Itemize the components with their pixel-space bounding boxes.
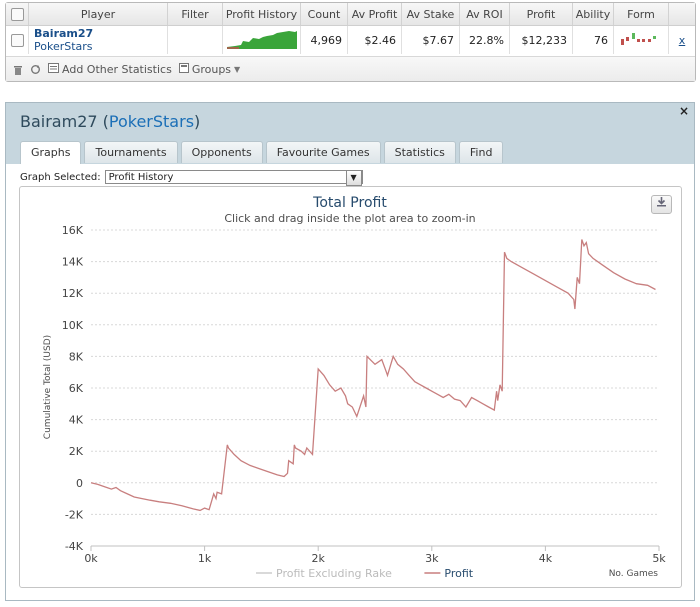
- column-header-av-roi[interactable]: Av ROI: [459, 3, 510, 26]
- av-profit-cell: $2.46: [347, 25, 402, 54]
- groups-dropdown[interactable]: Groups ▼: [178, 62, 241, 76]
- column-header-count[interactable]: Count: [300, 3, 348, 26]
- add-other-statistics-button[interactable]: Add Other Statistics: [48, 62, 172, 76]
- column-header-form[interactable]: Form: [613, 3, 669, 26]
- column-header-av-stake[interactable]: Av Stake: [401, 3, 460, 26]
- series-line-profit: [90, 239, 656, 512]
- column-header-av-profit[interactable]: Av Profit: [347, 3, 402, 26]
- x-tick-label: 3k: [425, 552, 439, 565]
- x-axis-label: No. Games: [609, 569, 659, 579]
- select-all-checkbox[interactable]: [6, 3, 29, 26]
- legend-item[interactable]: Profit Excluding Rake: [276, 567, 392, 580]
- ability-cell: 76: [572, 25, 614, 54]
- player-graph-panel: Bairam27 (PokerStars) × Graphs Tournamen…: [5, 102, 695, 601]
- graph-selected-label: Graph Selected:: [20, 171, 101, 183]
- download-icon[interactable]: [651, 195, 672, 214]
- av-stake-cell: $7.67: [401, 25, 460, 54]
- y-tick-label: 4K: [69, 414, 84, 427]
- y-tick-label: 10K: [62, 319, 84, 332]
- profit-chart[interactable]: Total Profit Click and drag inside the p…: [20, 187, 681, 587]
- table-row: Bairam27 PokerStars 4,969 $2.46 $7.67 22…: [6, 25, 696, 55]
- chart-title: Total Profit: [312, 195, 387, 211]
- y-tick-label: 2K: [69, 445, 84, 458]
- player-stats-table: Player Filter Profit History Count Av Pr…: [5, 2, 696, 82]
- profit-cell: $12,233: [509, 25, 573, 54]
- remove-row-button[interactable]: x: [669, 26, 696, 55]
- tab-statistics[interactable]: Statistics: [383, 141, 456, 163]
- column-header-profit[interactable]: Profit: [509, 3, 573, 26]
- tab-favourite-games[interactable]: Favourite Games: [265, 141, 381, 163]
- x-tick-label: 5k: [652, 552, 666, 565]
- chevron-down-icon: ▼: [234, 64, 241, 74]
- panel-site-link[interactable]: PokerStars: [109, 112, 194, 131]
- legend-item[interactable]: Profit: [444, 567, 473, 580]
- y-tick-label: 6K: [69, 382, 84, 395]
- chart-container: Total Profit Click and drag inside the p…: [19, 186, 682, 588]
- x-tick-label: 1k: [198, 552, 212, 565]
- tab-opponents[interactable]: Opponents: [180, 141, 263, 163]
- graph-selector: Graph Selected: Profit History ▼: [20, 170, 363, 186]
- y-tick-label: 8K: [69, 350, 84, 363]
- panel-header: Bairam27 (PokerStars) × Graphs Tournamen…: [6, 103, 694, 164]
- profit-history-sparkline: [222, 25, 301, 54]
- groups-icon: [178, 62, 189, 76]
- table-header-row: Player Filter Profit History Count Av Pr…: [6, 3, 695, 26]
- column-header-filter[interactable]: Filter: [167, 3, 223, 26]
- x-tick-label: 0k: [84, 552, 98, 565]
- panel-player-name: Bairam27: [20, 112, 98, 131]
- panel-tabs: Graphs Tournaments Opponents Favourite G…: [20, 141, 504, 164]
- av-roi-cell: 22.8%: [459, 25, 510, 54]
- y-tick-label: -2K: [65, 508, 84, 521]
- y-axis-label: Cumulative Total (USD): [43, 335, 53, 439]
- form-indicator: [613, 25, 669, 54]
- graph-select-value: Profit History: [108, 172, 174, 183]
- x-tick-label: 4k: [539, 552, 553, 565]
- y-tick-label: 14K: [62, 256, 84, 269]
- filter-cell: [167, 25, 223, 54]
- y-tick-label: 12K: [62, 287, 84, 300]
- row-checkbox[interactable]: [6, 25, 29, 54]
- chart-subtitle: Click and drag inside the plot area to z…: [224, 212, 475, 225]
- y-tick-label: -4K: [65, 540, 84, 553]
- y-tick-label: 16K: [62, 224, 84, 237]
- column-header-profit-history[interactable]: Profit History: [222, 3, 301, 26]
- player-name-link[interactable]: Bairam27: [34, 27, 162, 40]
- chevron-down-icon[interactable]: ▼: [345, 170, 362, 186]
- trash-icon[interactable]: [13, 64, 23, 75]
- groups-label: Groups: [191, 62, 232, 76]
- player-site-link[interactable]: PokerStars: [34, 40, 162, 53]
- add-other-statistics-label: Add Other Statistics: [62, 62, 172, 76]
- player-cell: Bairam27 PokerStars: [28, 25, 168, 54]
- x-tick-label: 2k: [312, 552, 326, 565]
- stats-toolbar: Add Other Statistics Groups ▼: [6, 56, 695, 81]
- tab-find[interactable]: Find: [458, 141, 504, 163]
- graph-select[interactable]: Profit History ▼: [104, 170, 363, 186]
- column-header-player[interactable]: Player: [28, 3, 168, 26]
- close-icon[interactable]: ×: [679, 104, 689, 118]
- add-stats-icon: [48, 62, 59, 76]
- tab-graphs[interactable]: Graphs: [20, 141, 82, 164]
- panel-title: Bairam27 (PokerStars): [20, 112, 201, 131]
- refresh-icon[interactable]: [30, 64, 41, 75]
- column-header-ability[interactable]: Ability: [572, 3, 614, 26]
- count-cell: 4,969: [300, 25, 348, 54]
- y-tick-label: 0: [76, 477, 83, 490]
- tab-tournaments[interactable]: Tournaments: [84, 141, 178, 163]
